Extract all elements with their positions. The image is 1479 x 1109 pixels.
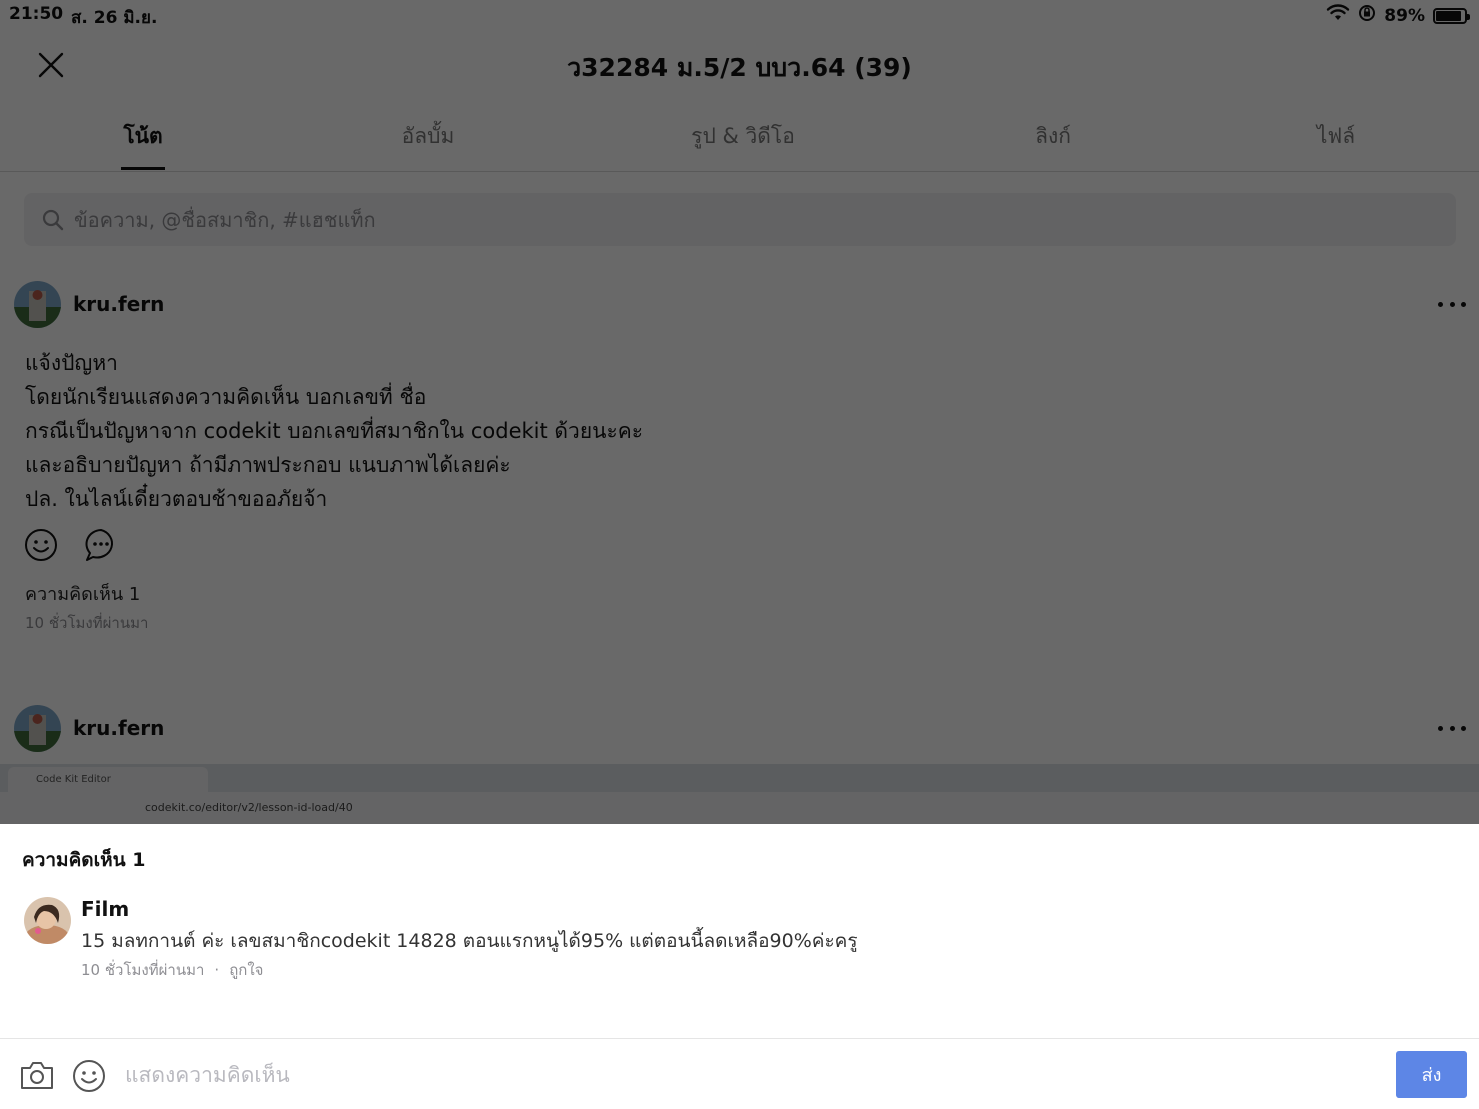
post-line: กรณีเป็นปัญหาจาก codekit บอกเลขที่สมาชิก… [25,419,644,443]
post-header: kru.fern [14,280,1466,328]
comment-count[interactable]: ความคิดเห็น 1 [25,579,140,608]
post-line: และอธิบายปัญหา ถ้ามีภาพประกอบ แนบภาพได้เ… [25,453,511,477]
comment-meta: 10 ชั่วโมงที่ผ่านมา · ถูกใจ [81,958,263,982]
post-timestamp: 10 ชั่วโมงที่ผ่านมา [25,614,149,632]
status-right: 89% [1326,4,1470,27]
browser-tab: Code Kit Editor [8,767,208,792]
smiley-icon [25,529,57,561]
status-bar: 21:50 ส. 26 มิ.ย. 89% [0,0,1479,30]
like-button[interactable]: ถูกใจ [229,958,263,982]
avatar[interactable] [24,897,71,944]
dot [1438,301,1443,307]
post-body: แจ้งปัญหา โดยนักเรียนแสดงความคิดเห็น บอก… [25,346,643,516]
status-date: ส. 26 มิ.ย. [71,8,158,28]
more-options-button[interactable] [1438,716,1466,740]
battery-percent: 89% [1384,5,1425,26]
meta-separator: · [214,961,220,979]
dot [1449,725,1455,731]
emoji-button[interactable] [72,1059,106,1093]
search-input[interactable]: ข้อความ, @ชื่อสมาชิก, #แฮชแท็ก [24,193,1456,246]
browser-tab-row: Code Kit Editor [0,764,1479,792]
comment-composer: ส่ง [0,1038,1479,1109]
battery-level [1436,10,1461,21]
active-tab-indicator [121,167,165,170]
orientation-lock-icon [1358,4,1376,27]
tab-albums[interactable]: อัลบั้ม [402,120,455,153]
dot [1461,725,1466,731]
tab-files[interactable]: ไฟล์ [1317,120,1355,153]
status-time: 21:50 [9,4,64,24]
tab-photos-videos[interactable]: รูป & วิดีโอ [691,120,795,153]
background-app: 21:50 ส. 26 มิ.ย. 89% ว32284 ม.5/2 บบว.6… [0,0,1479,824]
attached-screenshot[interactable]: Code Kit Editor codekit.co/editor/v2/les… [0,764,1479,824]
camera-button[interactable] [20,1059,54,1091]
post-actions [24,528,118,566]
send-button[interactable]: ส่ง [1396,1051,1467,1098]
comment-timestamp: 10 ชั่วโมงที่ผ่านมา [81,961,205,979]
sheet-title: ความคิดเห็น 1 [22,849,146,871]
dot [1449,301,1455,307]
tab-notes[interactable]: โน้ต [123,120,162,153]
wifi-icon [1326,4,1350,27]
post-line: ปล. ในไลน์เดี๋ยวตอบช้าขออภัยจ้า [25,487,328,511]
more-options-button[interactable] [1438,292,1466,316]
search-placeholder: ข้อความ, @ชื่อสมาชิก, #แฮชแท็ก [74,207,376,232]
tab-bar: โน้ต อัลบั้ม รูป & วิดีโอ ลิงก์ ไฟล์ [0,100,1479,172]
comments-sheet: ความคิดเห็น 1 Film 15 มลทกานต์ ค่ะ เลขสม… [0,824,1479,1109]
reaction-button[interactable] [24,528,58,566]
group-title: ว32284 ม.5/2 บบว.64 (39) [567,53,912,82]
browser-url: codekit.co/editor/v2/lesson-id-load/40 [145,801,353,814]
comment-text: 15 มลทกานต์ ค่ะ เลขสมาชิกcodekit 14828 ต… [81,930,858,952]
avatar[interactable] [14,280,61,328]
post-author[interactable]: kru.fern [73,716,164,740]
dot [1461,301,1466,307]
post-line: โดยนักเรียนแสดงความคิดเห็น บอกเลขที่ ชื่… [25,385,427,409]
post-author[interactable]: kru.fern [73,292,164,316]
smiley-icon [73,1060,105,1092]
comment-input[interactable] [125,1057,1375,1093]
post-header: kru.fern [14,704,1466,752]
post-line: แจ้งปัญหา [25,351,118,375]
avatar[interactable] [14,704,61,752]
tab-links[interactable]: ลิงก์ [1035,120,1071,153]
dot [1438,725,1443,731]
top-header: ว32284 ม.5/2 บบว.64 (39) [0,30,1479,100]
comment-bubble-icon [85,529,113,561]
camera-icon [21,1062,53,1089]
comment-button[interactable] [84,528,118,566]
comment-author[interactable]: Film [81,897,129,921]
battery-tip [1467,13,1470,20]
search-icon [42,209,64,230]
battery-icon [1433,7,1470,24]
